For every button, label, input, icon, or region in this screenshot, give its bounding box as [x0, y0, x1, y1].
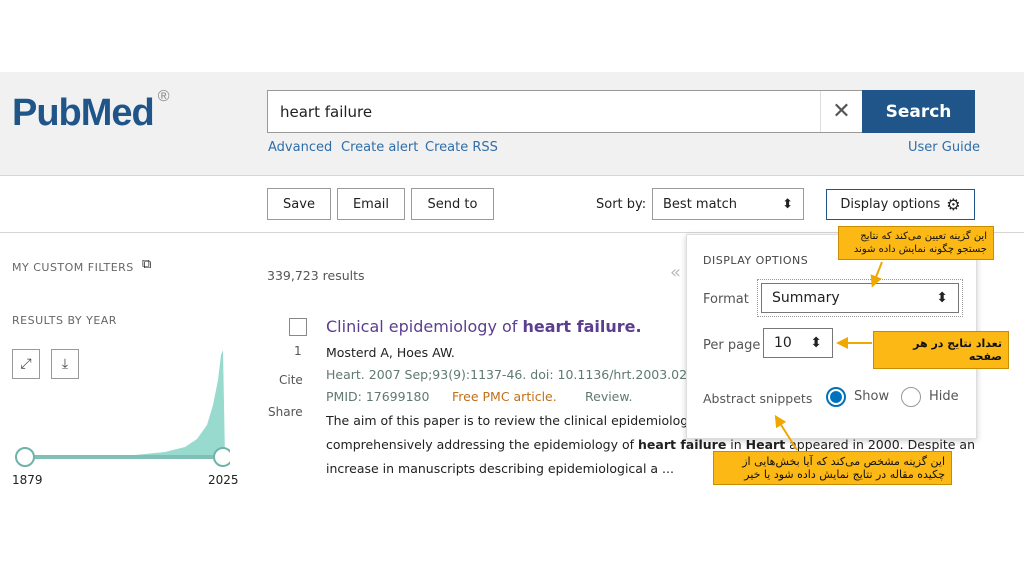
free-pmc-badge[interactable]: Free PMC article. — [452, 386, 557, 408]
results-count: 339,723 results — [267, 268, 365, 283]
format-label: Format — [703, 292, 749, 307]
pubmed-logo[interactable]: PubMed ® — [12, 88, 170, 135]
sort-value: Best match — [663, 196, 738, 212]
custom-filters-heading: MY CUSTOM FILTERS — [12, 261, 134, 274]
review-badge: Review. — [585, 389, 633, 404]
panel-title: DISPLAY OPTIONS — [703, 254, 809, 267]
display-options-button[interactable]: Display options ⚙ — [826, 189, 975, 220]
advanced-link[interactable]: Advanced — [268, 140, 332, 155]
per-page-label: Per page — [703, 338, 761, 353]
updown-icon: ⬍ — [782, 196, 793, 212]
snippet-line-3: increase in manuscripts describing epide… — [326, 461, 674, 476]
per-page-value: 10 — [774, 335, 792, 351]
create-rss-link[interactable]: Create RSS — [425, 140, 498, 155]
sort-label: Sort by: — [596, 197, 647, 212]
email-button[interactable]: Email — [337, 188, 405, 220]
hide-radio[interactable] — [901, 387, 921, 407]
year-start: 1879 — [12, 473, 43, 487]
display-options-label: Display options — [840, 197, 941, 212]
result-number: 1 — [294, 344, 302, 358]
snippet-line-1: The aim of this paper is to review the c… — [326, 413, 686, 428]
result-authors: Mosterd A, Hoes AW. — [326, 345, 455, 360]
format-select[interactable]: Summary ⬍ — [757, 279, 963, 317]
search-button[interactable]: Search — [862, 90, 975, 133]
per-page-select[interactable]: 10 ⬍ — [763, 328, 833, 358]
show-radio[interactable] — [826, 387, 846, 407]
hide-label[interactable]: Hide — [929, 389, 959, 404]
snippet-text: in — [726, 437, 746, 452]
title-text: Clinical epidemiology of — [326, 317, 523, 336]
snippet-text: comprehensively addressing the epidemiol… — [326, 437, 639, 452]
result-title-link[interactable]: Clinical epidemiology of heart failure. — [326, 317, 642, 336]
format-value: Summary — [772, 290, 840, 306]
show-label[interactable]: Show — [854, 389, 889, 404]
create-alert-link[interactable]: Create alert — [341, 140, 418, 155]
snippet-text: appeared in 2000. Despite an — [785, 437, 975, 452]
user-guide-link[interactable]: User Guide — [908, 140, 980, 155]
updown-icon: ⬍ — [810, 335, 822, 351]
title-highlight: heart failure. — [522, 317, 642, 336]
registered-mark: ® — [157, 88, 170, 105]
snippet-highlight: heart failure — [638, 437, 727, 452]
year-slider-end-handle[interactable] — [213, 447, 230, 467]
cite-button[interactable]: Cite — [279, 373, 303, 387]
results-by-year-heading: RESULTS BY YEAR — [12, 314, 117, 327]
share-button[interactable]: Share — [268, 405, 303, 419]
result-pmid: PMID: 17699180 — [326, 389, 430, 404]
clear-icon[interactable]: ✕ — [820, 91, 862, 132]
result-checkbox[interactable] — [289, 318, 307, 336]
year-end: 2025 — [208, 473, 239, 487]
save-button[interactable]: Save — [267, 188, 331, 220]
gear-icon: ⚙ — [946, 195, 961, 214]
per-page-callout: تعداد نتایج در هر صفحه — [873, 331, 1009, 369]
year-slider-start-handle[interactable] — [15, 447, 35, 467]
snippets-callout: این گزینه مشخص می‌کند که آیا بخش‌هایی از… — [713, 451, 952, 485]
abstract-snippets-label: Abstract snippets — [703, 391, 813, 406]
search-input[interactable]: heart failure ✕ — [267, 90, 863, 133]
sort-select[interactable]: Best match ⬍ — [652, 188, 804, 220]
search-value[interactable]: heart failure — [268, 103, 820, 121]
result-citation: Heart. 2007 Sep;93(9):1137-46. doi: 10.1… — [326, 367, 686, 382]
external-link-icon[interactable]: ⧉ — [142, 257, 151, 272]
format-callout: این گزینه تعیین می‌کند که نتایج جستجو چگ… — [838, 226, 994, 260]
logo-text: PubMed — [12, 92, 155, 134]
results-by-year-histogram — [15, 350, 230, 467]
snippet-highlight: Heart — [745, 437, 786, 452]
collapse-chevron-icon[interactable]: « — [670, 262, 681, 283]
histogram-area — [25, 350, 225, 457]
updown-icon: ⬍ — [936, 290, 948, 306]
send-to-button[interactable]: Send to — [411, 188, 494, 220]
